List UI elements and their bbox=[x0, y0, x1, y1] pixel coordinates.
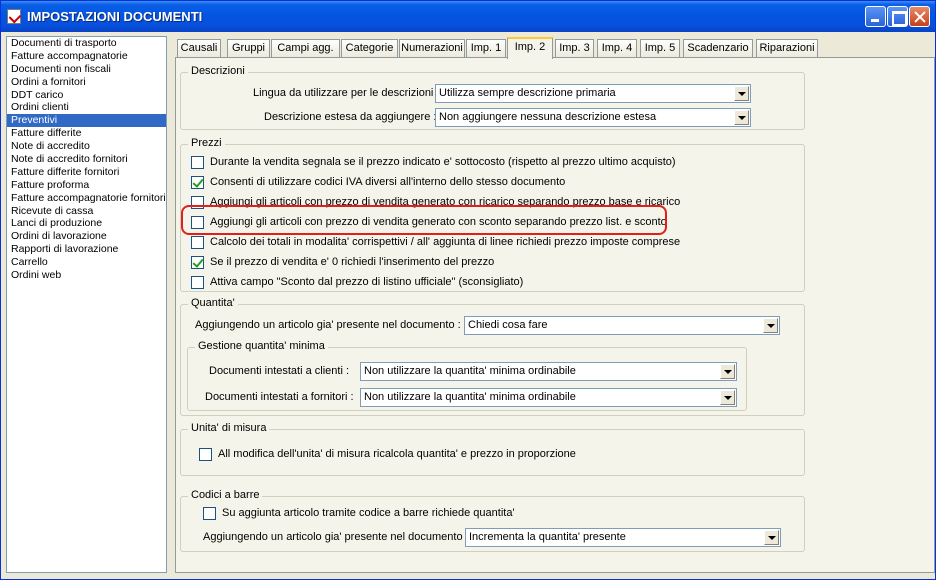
doc-list-item[interactable]: Fatture accompagnatorie bbox=[7, 50, 166, 63]
tab-riparazioni[interactable]: Riparazioni bbox=[756, 39, 818, 58]
maximize-button[interactable] bbox=[887, 6, 908, 27]
app-icon bbox=[7, 9, 21, 24]
highlight-annotation bbox=[181, 205, 667, 235]
prezzo-zero-label: Se il prezzo di vendita e' 0 richiedi l'… bbox=[210, 256, 495, 268]
barre-aggiungendo-label: Aggiungendo un articolo gia' presente ne… bbox=[203, 531, 469, 543]
doc-list-item[interactable]: Note di accredito fornitori bbox=[7, 153, 166, 166]
doc-list-item[interactable]: Fatture proforma bbox=[7, 179, 166, 192]
doc-list-item[interactable]: Ordini a fornitori bbox=[7, 76, 166, 89]
doc-list-item[interactable]: Documenti di trasporto bbox=[7, 37, 166, 50]
doc-list-item[interactable]: DDT carico bbox=[7, 89, 166, 102]
clienti-value: Non utilizzare la quantita' minima ordin… bbox=[364, 365, 576, 377]
tab-gruppi[interactable]: Gruppi bbox=[227, 39, 270, 58]
tab-campi-agg[interactable]: Campi agg. bbox=[271, 39, 340, 58]
tab-imp-5[interactable]: Imp. 5 bbox=[640, 39, 680, 58]
quantita-aggiungendo-label: Aggiungendo un articolo gia' presente ne… bbox=[195, 319, 461, 331]
doc-list-item[interactable]: Ordini di lavorazione bbox=[7, 230, 166, 243]
lingua-value: Utilizza sempre descrizione primaria bbox=[439, 87, 616, 99]
doc-list-item[interactable]: Fatture accompagnatorie fornitori bbox=[7, 192, 166, 205]
tab-numerazioni[interactable]: Numerazioni bbox=[399, 39, 465, 58]
corrispettivi-label: Calcolo dei totali in modalita' corrispe… bbox=[210, 236, 681, 248]
group-title-codici-barre: Codici a barre bbox=[188, 489, 263, 501]
sconto-listino-label: Attiva campo "Sconto dal prezzo di listi… bbox=[210, 276, 524, 288]
clienti-select[interactable]: Non utilizzare la quantita' minima ordin… bbox=[360, 362, 737, 381]
group-descrizioni: Descrizioni Lingua da utilizzare per le … bbox=[180, 65, 805, 130]
barre-aggiungendo-value: Incrementa la quantita' presente bbox=[469, 531, 626, 543]
quantita-aggiungendo-select[interactable]: Chiedi cosa fare bbox=[464, 316, 780, 335]
doc-list-item[interactable]: Fatture differite bbox=[7, 127, 166, 140]
codici-iva-checkbox[interactable] bbox=[191, 176, 204, 189]
chevron-down-icon[interactable] bbox=[720, 364, 735, 379]
doc-list-item[interactable]: Carrello bbox=[7, 256, 166, 269]
fornitori-label: Documenti intestati a fornitori : bbox=[205, 391, 354, 403]
barre-aggiungendo-select[interactable]: Incrementa la quantita' presente bbox=[465, 528, 781, 547]
lingua-label: Lingua da utilizzare per le descrizioni … bbox=[253, 87, 440, 99]
chevron-down-icon[interactable] bbox=[764, 530, 779, 545]
tab-categorie[interactable]: Categorie bbox=[341, 39, 398, 58]
chevron-down-icon[interactable] bbox=[763, 318, 778, 333]
doc-list-item[interactable]: Ordini web bbox=[7, 269, 166, 282]
tab-causali[interactable]: Causali bbox=[177, 39, 221, 58]
group-title-quantita: Quantita' bbox=[188, 297, 238, 309]
doc-list-item[interactable]: Ricevute di cassa bbox=[7, 205, 166, 218]
group-title-unita-misura: Unita' di misura bbox=[188, 422, 270, 434]
title-bar[interactable]: IMPOSTAZIONI DOCUMENTI bbox=[1, 1, 935, 32]
fornitori-select[interactable]: Non utilizzare la quantita' minima ordin… bbox=[360, 388, 737, 407]
doc-list-item[interactable]: Documenti non fiscali bbox=[7, 63, 166, 76]
doc-list-item-selected[interactable]: Preventivi bbox=[7, 114, 166, 128]
document-type-list[interactable]: Documenti di trasporto Fatture accompagn… bbox=[6, 36, 167, 573]
group-quantita-minima: Gestione quantita' minima Documenti inte… bbox=[187, 340, 747, 411]
corrispettivi-checkbox[interactable] bbox=[191, 236, 204, 249]
tab-imp-1[interactable]: Imp. 1 bbox=[466, 39, 506, 58]
group-quantita: Quantita' Aggiungendo un articolo gia' p… bbox=[180, 297, 805, 416]
doc-list-item[interactable]: Fatture differite fornitori bbox=[7, 166, 166, 179]
tab-scadenzario[interactable]: Scadenzario bbox=[683, 39, 753, 58]
chevron-down-icon[interactable] bbox=[734, 86, 749, 101]
tab-imp-2[interactable]: Imp. 2 bbox=[507, 37, 553, 59]
doc-list-item[interactable]: Lanci di produzione bbox=[7, 217, 166, 230]
close-button[interactable] bbox=[909, 6, 930, 27]
tab-imp-3[interactable]: Imp. 3 bbox=[555, 39, 594, 58]
tab-panel-imp-2: Descrizioni Lingua da utilizzare per le … bbox=[175, 57, 935, 573]
sottocosto-checkbox[interactable] bbox=[191, 156, 204, 169]
descrizione-estesa-label: Descrizione estesa da aggiungere : bbox=[264, 111, 437, 123]
minimize-button[interactable] bbox=[865, 6, 886, 27]
sottocosto-label: Durante la vendita segnala se il prezzo … bbox=[210, 156, 676, 168]
group-title-descrizioni: Descrizioni bbox=[188, 65, 248, 77]
unita-ricalcola-label: All modifica dell'unita' di misura rical… bbox=[218, 448, 576, 460]
doc-list-item[interactable]: Rapporti di lavorazione bbox=[7, 243, 166, 256]
unita-ricalcola-checkbox[interactable] bbox=[199, 448, 212, 461]
group-title-prezzi: Prezzi bbox=[188, 137, 225, 149]
chevron-down-icon[interactable] bbox=[720, 390, 735, 405]
group-unita-misura: Unita' di misura All modifica dell'unita… bbox=[180, 422, 805, 476]
sconto-listino-checkbox[interactable] bbox=[191, 276, 204, 289]
settings-window: IMPOSTAZIONI DOCUMENTI Documenti di tras… bbox=[0, 0, 936, 580]
tab-imp-4[interactable]: Imp. 4 bbox=[597, 39, 637, 58]
codici-iva-label: Consenti di utilizzare codici IVA divers… bbox=[210, 176, 566, 188]
barre-quantita-checkbox[interactable] bbox=[203, 507, 216, 520]
fornitori-value: Non utilizzare la quantita' minima ordin… bbox=[364, 391, 576, 403]
doc-list-item[interactable]: Note di accredito bbox=[7, 140, 166, 153]
doc-list-item[interactable]: Ordini clienti bbox=[7, 101, 166, 114]
chevron-down-icon[interactable] bbox=[734, 110, 749, 125]
clienti-label: Documenti intestati a clienti : bbox=[209, 365, 350, 377]
group-title-quantita-minima: Gestione quantita' minima bbox=[195, 340, 328, 352]
descrizione-estesa-value: Non aggiungere nessuna descrizione estes… bbox=[439, 111, 657, 123]
descrizione-estesa-select[interactable]: Non aggiungere nessuna descrizione estes… bbox=[435, 108, 751, 127]
lingua-select[interactable]: Utilizza sempre descrizione primaria bbox=[435, 84, 751, 103]
prezzo-zero-checkbox[interactable] bbox=[191, 256, 204, 269]
quantita-aggiungendo-value: Chiedi cosa fare bbox=[468, 319, 548, 331]
group-codici-barre: Codici a barre Su aggiunta articolo tram… bbox=[180, 489, 805, 552]
window-title: IMPOSTAZIONI DOCUMENTI bbox=[27, 9, 203, 24]
barre-quantita-label: Su aggiunta articolo tramite codice a ba… bbox=[222, 507, 515, 519]
